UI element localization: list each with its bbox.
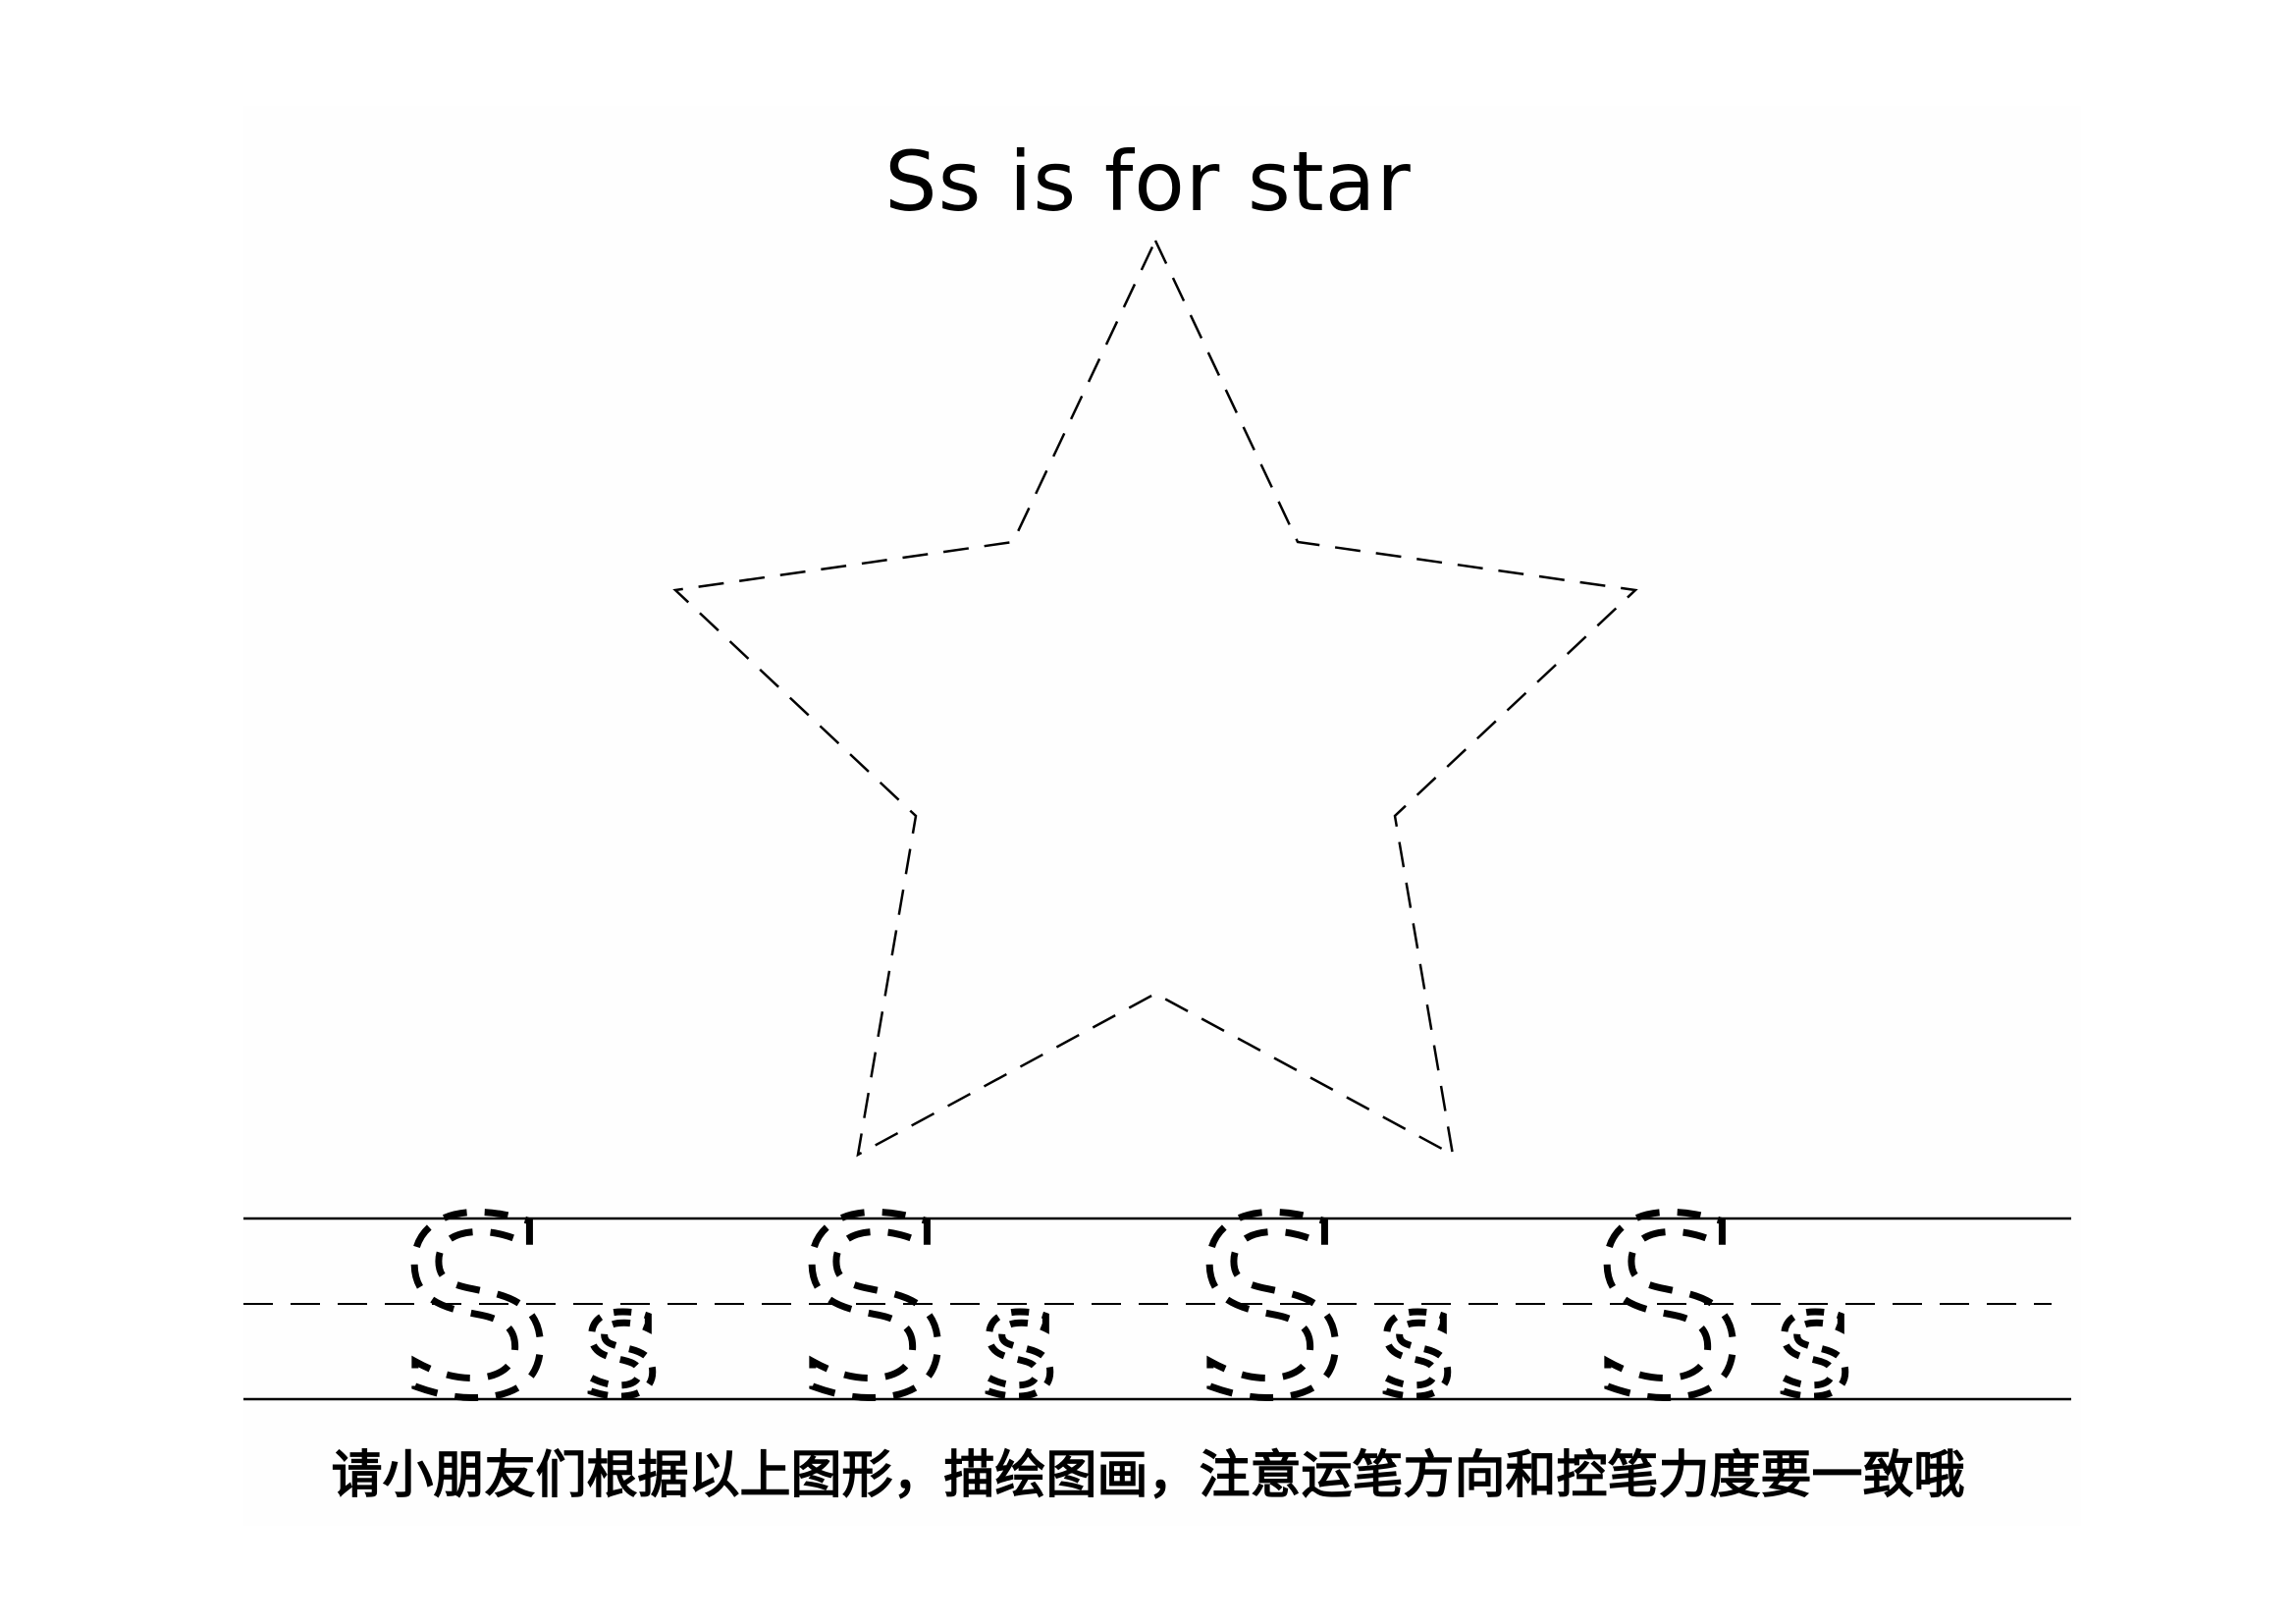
trace-uppercase-letter: S xyxy=(1194,1166,1350,1452)
trace-lowercase-letter: s xyxy=(583,1259,660,1430)
trace-lowercase-letter: s xyxy=(981,1259,1057,1430)
trace-uppercase-letter: S xyxy=(1591,1166,1747,1452)
handwriting-lines: SsSsSsSs xyxy=(243,1164,2071,1456)
instruction-text: 请小朋友们根据以上图形，描绘图画，注意运笔方向和控笔力度要一致哦 xyxy=(331,1446,1965,1505)
trace-uppercase-letter: S xyxy=(399,1166,555,1452)
trace-lowercase-letter: s xyxy=(1776,1259,1852,1430)
trace-uppercase-letter: S xyxy=(796,1166,952,1452)
trace-lowercase-letter: s xyxy=(1378,1259,1455,1430)
